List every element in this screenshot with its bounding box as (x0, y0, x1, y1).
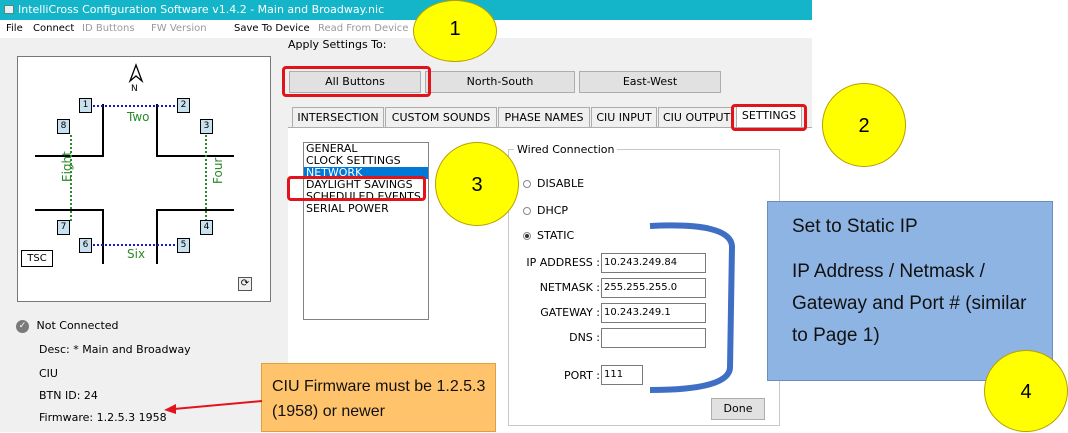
ped-button-7[interactable]: 7 (57, 220, 70, 235)
firmware-arrow (164, 400, 263, 414)
step-2-marker: 2 (822, 83, 906, 167)
ped-button-2[interactable]: 2 (177, 98, 190, 113)
title-bar: IntelliCross Configuration Software v1.4… (0, 0, 812, 20)
ped-button-4[interactable]: 4 (200, 220, 213, 235)
phase-label-two: Two (127, 110, 150, 124)
connection-status: ✓ Not Connected (16, 319, 119, 333)
btn-id: BTN ID: 24 (39, 389, 98, 402)
ped-button-6[interactable]: 6 (79, 238, 92, 253)
ip-address-label: IP ADDRESS : (526, 256, 600, 269)
tsc-box: TSC (21, 250, 53, 267)
firmware-version: Firmware: 1.2.5.3 1958 (39, 411, 167, 424)
menu-save-to-device[interactable]: Save To Device (234, 20, 310, 38)
menu-read-from-device[interactable]: Read From Device (318, 20, 408, 38)
phase-label-eight: Eight (60, 151, 74, 182)
radio-static[interactable]: STATIC (523, 229, 574, 242)
menu-connect[interactable]: Connect (33, 20, 74, 38)
tab-custom-sounds[interactable]: CUSTOM SOUNDS (385, 107, 497, 127)
tab-intersection[interactable]: INTERSECTION (292, 107, 384, 127)
ped-button-8[interactable]: 8 (57, 119, 70, 134)
radio-dhcp[interactable]: DHCP (523, 204, 568, 217)
menu-id-buttons[interactable]: ID Buttons (82, 20, 135, 38)
phase-label-four: Four (211, 157, 225, 184)
step-3-marker: 3 (435, 142, 519, 226)
dns-label: DNS : (569, 331, 600, 344)
port-label: PORT : (563, 369, 600, 382)
window-title: IntelliCross Configuration Software v1.4… (18, 3, 385, 16)
device-type: CIU (39, 367, 58, 380)
highlight-network-item (287, 176, 426, 201)
static-ip-note-title: Set to Static IP (792, 216, 918, 237)
done-button[interactable]: Done (711, 398, 765, 420)
north-south-button[interactable]: North-South (425, 71, 575, 93)
ped-button-3[interactable]: 3 (200, 119, 213, 134)
highlight-settings-tab (731, 104, 807, 131)
settings-list: GENERAL CLOCK SETTINGS NETWORK DAYLIGHT … (303, 142, 429, 320)
status-check-icon: ✓ (16, 319, 29, 333)
netmask-label: NETMASK : (539, 281, 600, 294)
menu-file[interactable]: File (6, 20, 23, 38)
step-4-marker: 4 (984, 350, 1068, 432)
tab-phase-names[interactable]: PHASE NAMES (498, 107, 590, 127)
firmware-note: CIU Firmware must be 1.2.5.3 (1958) or n… (261, 363, 496, 432)
wired-connection-title: Wired Connection (514, 143, 618, 156)
menu-bar: File Connect ID Buttons FW Version Save … (0, 20, 812, 38)
app-icon (4, 5, 14, 14)
tab-ciu-output[interactable]: CIU OUTPUT (658, 107, 732, 127)
ped-button-5[interactable]: 5 (177, 238, 190, 253)
highlight-all-buttons (282, 66, 431, 97)
radio-disable[interactable]: DISABLE (523, 177, 584, 190)
gateway-label: GATEWAY : (540, 306, 600, 319)
compass-label: N (131, 84, 138, 94)
step-1-marker: 1 (413, 0, 497, 62)
intersection-diagram: N 1 2 3 4 5 6 7 8 Two Six Eight Four TSC… (17, 56, 271, 302)
menu-fw-version[interactable]: FW Version (151, 20, 207, 38)
port-field[interactable]: 111 (601, 365, 643, 385)
tab-ciu-input[interactable]: CIU INPUT (591, 107, 657, 127)
list-item-serial-power[interactable]: SERIAL POWER (304, 203, 428, 215)
desc-text: Desc: * Main and Broadway (39, 343, 191, 356)
east-west-button[interactable]: East-West (579, 71, 721, 93)
static-ip-note-body: IP Address / Netmask / Gateway and Port … (792, 261, 1027, 346)
apply-settings-label: Apply Settings To: (288, 38, 387, 51)
field-group-bracket (649, 222, 736, 393)
ped-button-1[interactable]: 1 (79, 98, 92, 113)
phase-label-six: Six (127, 247, 146, 261)
refresh-icon[interactable]: ⟳ (238, 277, 252, 291)
